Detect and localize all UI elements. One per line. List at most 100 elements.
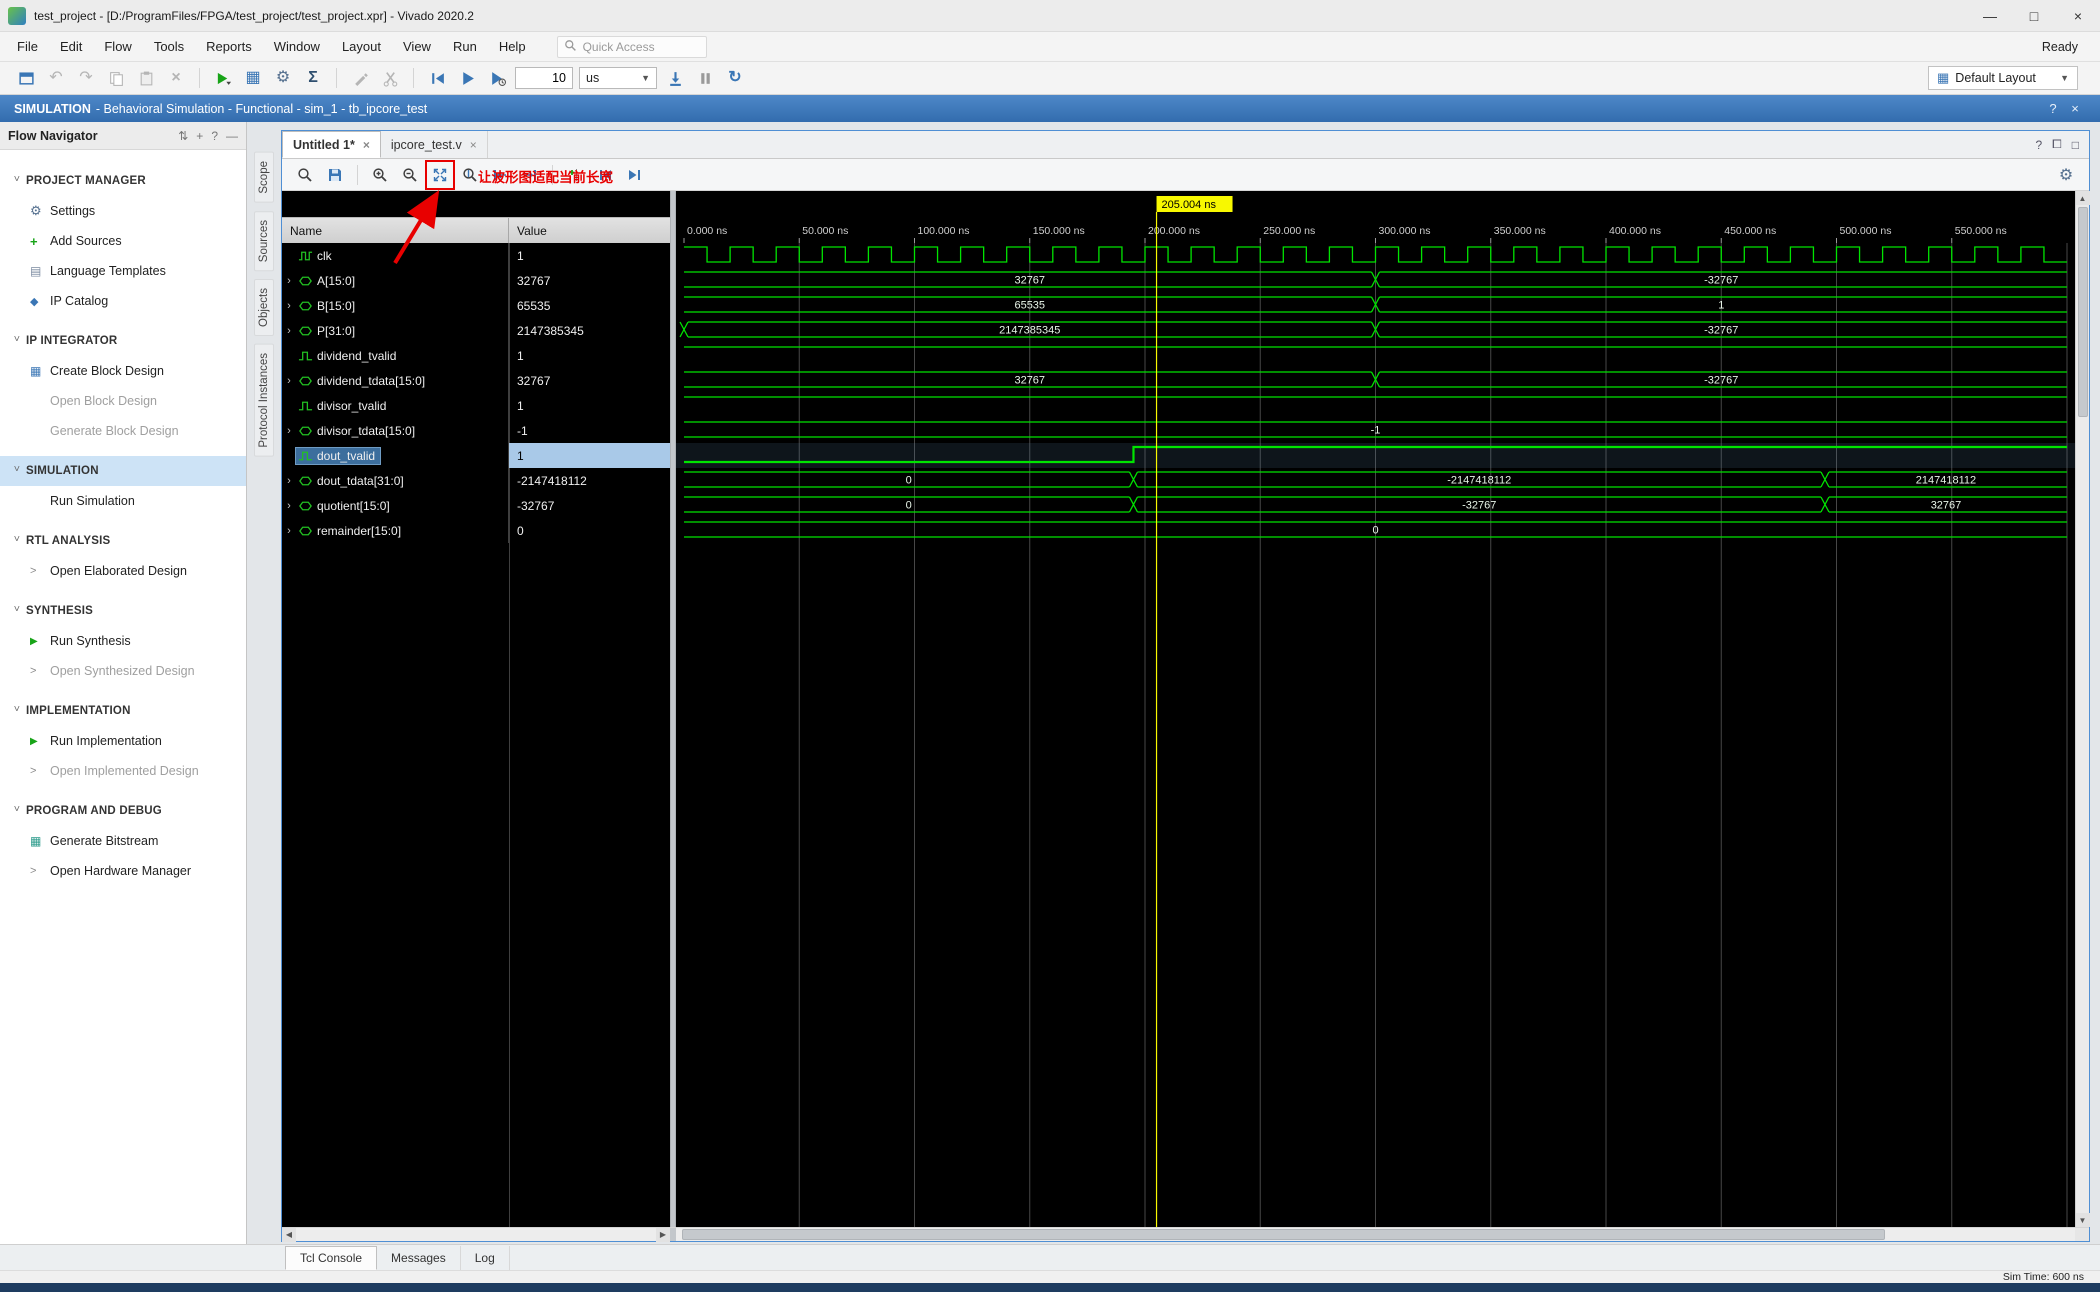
side-tab-objects[interactable]: Objects [254,278,274,336]
close-icon[interactable]: × [2064,101,2086,116]
expand-chevron-icon[interactable]: › [282,525,296,537]
signal-row-dout-tdata-31-0[interactable]: › dout_tdata[31:0] -2147418112 [282,468,670,493]
signal-value-cell[interactable]: 1 [509,243,670,268]
flow-item-open-elaborated-design[interactable]: > Open Elaborated Design [0,556,246,586]
flow-item-language-templates[interactable]: ▤ Language Templates [0,256,246,286]
sim-step-button[interactable] [663,66,687,90]
settings-gear-icon[interactable]: ⚙ [271,66,295,90]
collapse-all-icon[interactable]: ⇅ [178,129,188,143]
flow-item-add-sources[interactable]: + Add Sources [0,226,246,256]
side-tab-sources[interactable]: Sources [254,210,274,271]
scroll-right-icon[interactable]: ▶ [656,1227,670,1242]
zoom-in-icon[interactable] [367,162,393,188]
signal-row-dividend-tdata-15-0[interactable]: › dividend_tdata[15:0] 32767 [282,368,670,393]
block-design-icon[interactable]: ▦ [241,66,265,90]
signal-row-remainder-15-0[interactable]: › remainder[15:0] 0 [282,518,670,543]
expand-chevron-icon[interactable]: › [282,300,296,312]
flow-item-open-hardware-manager[interactable]: > Open Hardware Manager [0,856,246,886]
vertical-scroll-thumb[interactable] [2077,207,2088,417]
horizontal-scroll-thumb[interactable] [682,1229,1886,1240]
signal-name-cell[interactable]: dividend_tvalid [282,343,509,368]
signal-value-cell[interactable]: 32767 [509,268,670,293]
signal-value-cell[interactable]: -32767 [509,493,670,518]
menu-help[interactable]: Help [488,32,537,61]
menu-flow[interactable]: Flow [93,32,142,61]
flow-item-settings[interactable]: ⚙ Settings [0,196,246,226]
signal-row-quotient-15-0[interactable]: › quotient[15:0] -32767 [282,493,670,518]
expand-chevron-icon[interactable]: › [282,475,296,487]
dashboard-icon[interactable] [14,66,38,90]
expand-chevron-icon[interactable]: › [282,500,296,512]
sim-restart-button[interactable] [425,66,449,90]
signal-row-p-31-0[interactable]: › P[31:0] 2147385345 [282,318,670,343]
flow-item-generate-bitstream[interactable]: ▦ Generate Bitstream [0,826,246,856]
scroll-left-icon[interactable]: ◀ [282,1227,296,1242]
sim-relaunch-button[interactable]: ↻ [723,66,747,90]
signal-row-b-15-0[interactable]: › B[15:0] 65535 [282,293,670,318]
signal-name-cell[interactable]: › divisor_tdata[15:0] [282,418,509,443]
maximize-icon[interactable]: □ [2072,138,2079,152]
go-to-last-time-icon[interactable] [622,162,648,188]
signal-name-cell[interactable]: › dout_tdata[31:0] [282,468,509,493]
run-flow-button[interactable] [211,66,235,90]
signal-name-cell[interactable]: dout_tvalid [282,443,509,468]
side-tab-protocol-instances[interactable]: Protocol Instances [254,343,274,457]
scroll-up-icon[interactable]: ▲ [2075,191,2090,205]
sim-time-unit-select[interactable]: us ▼ [579,67,657,89]
signal-value-cell[interactable]: 1 [509,443,670,468]
signal-value-cell[interactable]: 1 [509,343,670,368]
signal-row-clk[interactable]: clk 1 [282,243,670,268]
close-button[interactable]: × [2056,0,2100,31]
signal-value-cell[interactable]: 2147385345 [509,318,670,343]
flow-item-run-implementation[interactable]: ▶ Run Implementation [0,726,246,756]
signal-value-cell[interactable]: 32767 [509,368,670,393]
signal-list-hscroll[interactable]: ◀ ▶ [282,1227,670,1242]
report-sigma-icon[interactable]: Σ [301,66,325,90]
flow-section-synthesis[interactable]: > SYNTHESIS [0,596,246,626]
wave-tab-untitled-1[interactable]: Untitled 1* × [282,131,381,158]
signal-name-cell[interactable]: divisor_tvalid [282,393,509,418]
find-icon[interactable] [292,162,318,188]
sim-run-time-input[interactable] [515,67,573,89]
sim-run-all-button[interactable] [455,66,479,90]
flow-section-simulation[interactable]: > SIMULATION [0,456,246,486]
signal-row-divisor-tdata-15-0[interactable]: › divisor_tdata[15:0] -1 [282,418,670,443]
signal-name-cell[interactable]: › B[15:0] [282,293,509,318]
signal-value-cell[interactable]: 0 [509,518,670,543]
signal-value-cell[interactable]: -2147418112 [509,468,670,493]
waveform-plot[interactable]: 0.000 ns 50.000 ns 100.000 ns 150.000 ns 200… [676,191,2075,1227]
expand-chevron-icon[interactable]: › [282,425,296,437]
menu-reports[interactable]: Reports [195,32,263,61]
add-icon[interactable]: + [196,129,203,143]
help-icon[interactable]: ? [2035,138,2042,152]
plot-hscroll[interactable] [676,1228,2075,1241]
flow-item-run-synthesis[interactable]: ▶ Run Synthesis [0,626,246,656]
close-icon[interactable]: × [470,138,477,152]
signal-name-cell[interactable]: › A[15:0] [282,268,509,293]
signal-name-cell[interactable]: › remainder[15:0] [282,518,509,543]
signal-row-dout-tvalid[interactable]: dout_tvalid 1 [282,443,670,468]
menu-edit[interactable]: Edit [49,32,93,61]
console-tab-tcl-console[interactable]: Tcl Console [285,1246,378,1270]
flow-item-ip-catalog[interactable]: ◆ IP Catalog [0,286,246,316]
sim-run-for-button[interactable] [485,66,509,90]
side-tab-scope[interactable]: Scope [254,152,274,203]
minimize-panel-icon[interactable]: — [226,129,238,143]
zoom-fit-icon[interactable] [425,159,455,190]
signal-value-cell[interactable]: 65535 [509,293,670,318]
wave-tab-ipcore-test-v[interactable]: ipcore_test.v × [381,131,488,158]
signal-row-dividend-tvalid[interactable]: dividend_tvalid 1 [282,343,670,368]
signal-name-cell[interactable]: › quotient[15:0] [282,493,509,518]
console-tab-log[interactable]: Log [461,1246,510,1270]
layout-select[interactable]: ▦ Default Layout ▼ [1928,66,2078,90]
value-column-header[interactable]: Value [509,218,670,243]
zoom-out-icon[interactable] [397,162,423,188]
signal-row-a-15-0[interactable]: › A[15:0] 32767 [282,268,670,293]
wave-settings-gear-icon[interactable]: ⚙ [2053,162,2079,188]
flow-section-implementation[interactable]: > IMPLEMENTATION [0,696,246,726]
menu-window[interactable]: Window [263,32,331,61]
menu-file[interactable]: File [6,32,49,61]
flow-section-project-manager[interactable]: > PROJECT MANAGER [0,166,246,196]
signal-name-cell[interactable]: › P[31:0] [282,318,509,343]
flow-item-run-simulation[interactable]: Run Simulation [0,486,246,516]
